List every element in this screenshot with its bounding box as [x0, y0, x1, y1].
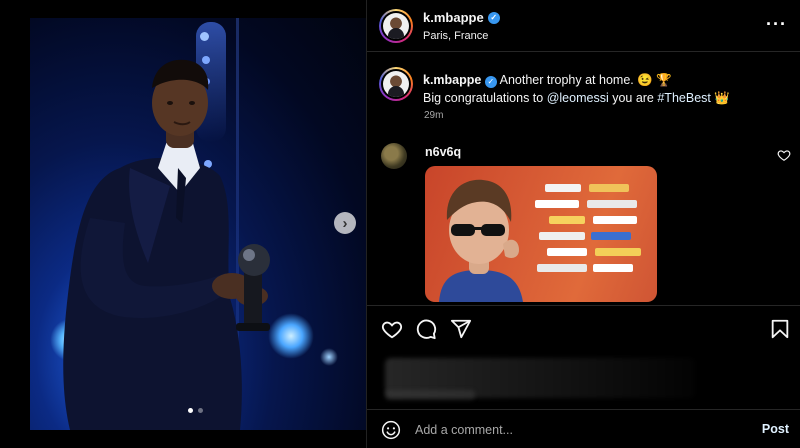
carousel-dots [188, 408, 203, 413]
post-action-bar [367, 305, 800, 349]
gif-person [439, 179, 523, 302]
comment-input[interactable] [415, 420, 735, 440]
commenter-avatar[interactable] [381, 143, 407, 169]
carousel-dot [188, 408, 193, 413]
caption-timestamp[interactable]: 29m [424, 110, 443, 121]
post-media: › [0, 0, 366, 448]
post-photo [30, 18, 366, 430]
verified-badge-icon: ✓ [487, 11, 500, 24]
verified-badge-icon: ✓ [484, 76, 497, 88]
more-icon[interactable]: ··· [766, 14, 787, 35]
caption-hashtag-link[interactable]: #TheBest [657, 91, 711, 105]
share-icon[interactable] [450, 318, 472, 340]
sponsor-board [525, 174, 657, 294]
commenter-username[interactable]: n6v6q [425, 145, 461, 159]
emoji-icon[interactable] [381, 420, 401, 440]
caption-username[interactable]: k.mbappe [423, 73, 481, 87]
chevron-right-icon: › [342, 214, 348, 232]
carousel-next-button[interactable]: › [334, 212, 356, 234]
blurred-date-area [385, 390, 475, 400]
caption-text-4: 👑 [710, 91, 730, 105]
comment-gif[interactable] [425, 166, 657, 302]
post-details-panel: k.mbappe ✓ Paris, France ··· k.mbappe ✓ … [366, 0, 800, 448]
bookmark-icon[interactable] [769, 318, 791, 340]
post-header: k.mbappe ✓ Paris, France ··· [367, 0, 800, 52]
author-username-row[interactable]: k.mbappe ✓ [423, 10, 500, 25]
caption-text-3: you are [608, 91, 658, 105]
heart-icon[interactable] [381, 318, 403, 340]
caption-text-1: Another trophy at home. 😉 🏆 [499, 73, 672, 87]
author-username[interactable]: k.mbappe [423, 10, 484, 25]
comment-icon[interactable] [415, 318, 437, 340]
add-comment-bar: Post [367, 409, 800, 448]
person-with-trophy [63, 59, 270, 430]
post-caption: k.mbappe ✓ Another trophy at home. 😉 🏆 B… [423, 71, 783, 107]
caption-text-2: Big congratulations to [423, 91, 547, 105]
author-avatar[interactable] [379, 9, 413, 43]
post-location[interactable]: Paris, France [423, 30, 488, 42]
caption-mention-link[interactable]: @leomessi [547, 91, 609, 105]
caption-author-avatar[interactable] [379, 67, 413, 101]
carousel-dot [198, 408, 203, 413]
comment-heart-icon[interactable] [777, 148, 791, 162]
post-comment-button[interactable]: Post [762, 422, 789, 436]
